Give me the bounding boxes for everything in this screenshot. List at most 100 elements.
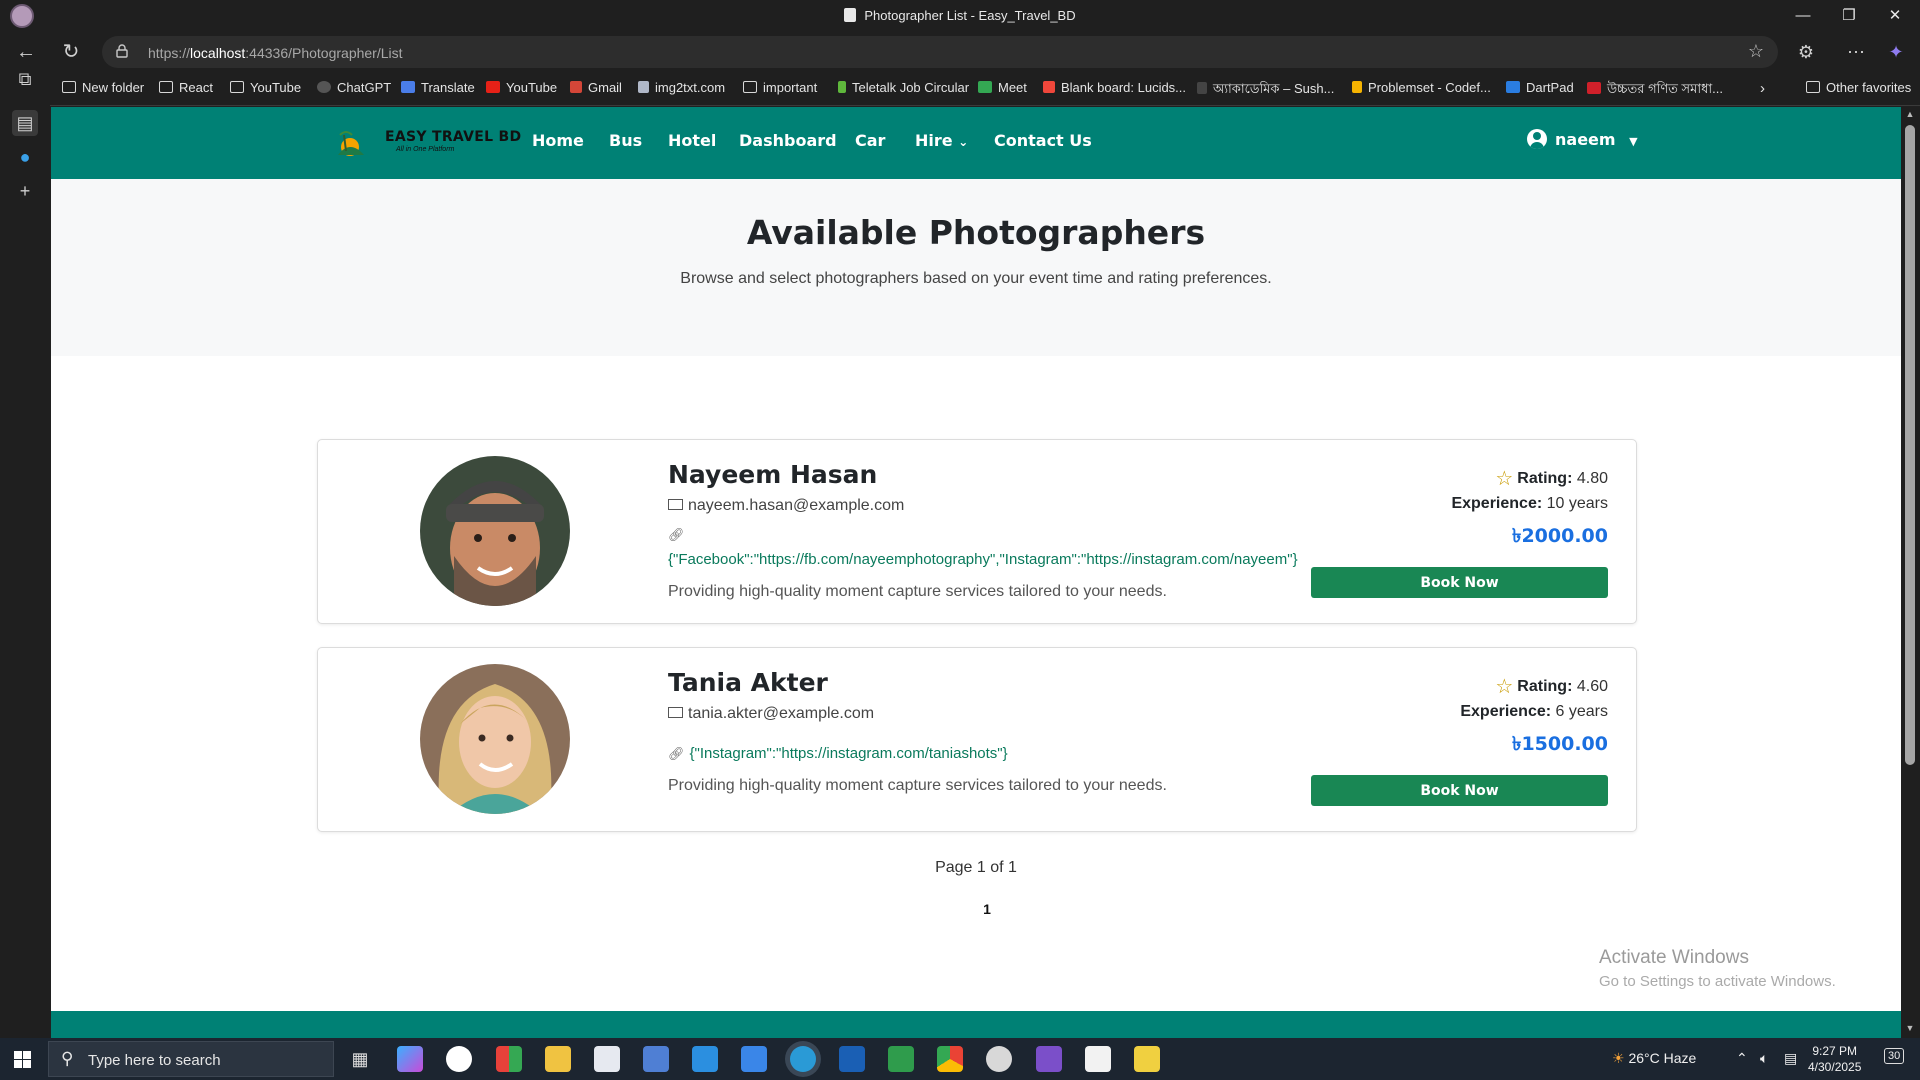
microsoft-store-icon[interactable] <box>594 1046 620 1072</box>
photographer-social-links[interactable]: 🔗︎ {"Instagram":"https://instagram.com/ta… <box>668 745 1008 762</box>
vscode-icon[interactable] <box>692 1046 718 1072</box>
bookmark-label: অ্যাকাডেমিক – Sush... <box>1213 81 1335 96</box>
gmail-icon <box>570 81 582 93</box>
nav-bus[interactable]: Bus <box>609 131 642 150</box>
address-bar[interactable]: https://localhost:44336/Photographer/Lis… <box>102 36 1778 68</box>
refresh-icon[interactable]: ↻ <box>55 38 87 66</box>
file-explorer-icon[interactable] <box>545 1046 571 1072</box>
more-menu-icon[interactable]: ⋯ <box>1840 38 1872 66</box>
photographer-photo <box>420 456 570 606</box>
scrollbar-thumb[interactable] <box>1905 125 1915 765</box>
close-button[interactable]: ✕ <box>1872 0 1918 32</box>
book-now-button[interactable]: Book Now <box>1311 775 1608 806</box>
photographer-card: Nayeem Hasan nayeem.hasan@example.com 🔗︎… <box>317 439 1637 624</box>
system-clock[interactable]: 9:27 PM 4/30/2025 <box>1808 1043 1861 1075</box>
bookmark-dartpad[interactable]: DartPad <box>1506 80 1574 95</box>
photographer-photo <box>420 664 570 814</box>
photographer-name: Nayeem Hasan <box>668 460 878 489</box>
maximize-button[interactable]: ❐ <box>1826 0 1872 32</box>
network-icon[interactable]: ▤ <box>1784 1050 1797 1067</box>
tab-actions-icon[interactable]: ⧉ <box>12 66 38 92</box>
nav-car[interactable]: Car <box>855 131 885 150</box>
bookmark-math[interactable]: উচ্চতর গণিত সমাধা... <box>1587 80 1723 101</box>
bookmark-other-favorites[interactable]: Other favorites <box>1806 80 1911 95</box>
webstorm-icon[interactable] <box>839 1046 865 1072</box>
bookmark-teletalk[interactable]: Teletalk Job Circular <box>838 80 969 95</box>
new-tab-icon[interactable]: + <box>12 178 38 204</box>
extensions-icon[interactable]: ⚙ <box>1790 38 1822 66</box>
bookmark-new-folder[interactable]: New folder <box>62 80 144 95</box>
clock-app-icon[interactable] <box>986 1046 1012 1072</box>
bookmark-translate[interactable]: Translate <box>401 80 475 95</box>
social-text[interactable]: {"Instagram":"https://instagram.com/tani… <box>690 745 1008 762</box>
copilot-app-icon[interactable] <box>397 1046 423 1072</box>
bookmark-label: React <box>179 80 213 95</box>
folder-icon <box>62 81 76 93</box>
nav-contact-us[interactable]: Contact Us <box>994 131 1092 150</box>
bookmark-react[interactable]: React <box>159 80 213 95</box>
sheets-app-icon[interactable] <box>888 1046 914 1072</box>
page-scrollbar[interactable]: ▲ ▼ <box>1901 107 1920 1038</box>
bookmark-codeforces[interactable]: Problemset - Codef... <box>1352 80 1491 95</box>
bookmark-academic[interactable]: অ্যাকাডেমিক – Sush... <box>1197 80 1334 101</box>
book-now-button[interactable]: Book Now <box>1311 567 1608 598</box>
tray-overflow-chevron-icon[interactable]: ⌃ <box>1736 1050 1748 1067</box>
rating-value: 4.60 <box>1576 678 1608 695</box>
bookmark-img2txt[interactable]: img2txt.com <box>638 80 725 95</box>
nav-hotel[interactable]: Hotel <box>668 131 716 150</box>
task-view-icon[interactable]: ▦ <box>347 1046 373 1072</box>
photographer-rating: ☆ Rating: 4.60 <box>1495 674 1608 699</box>
user-menu-dropdown[interactable]: naeem ▼ <box>1527 129 1638 155</box>
windows-start-icon[interactable] <box>14 1051 31 1068</box>
clock-date: 4/30/2025 <box>1808 1060 1862 1074</box>
speaker-icon[interactable]: 🔈︎ <box>1760 1050 1768 1067</box>
scroll-down-icon[interactable]: ▼ <box>1905 1023 1915 1033</box>
bookmark-lucid[interactable]: Blank board: Lucids... <box>1043 80 1186 95</box>
edge-browser-icon[interactable] <box>790 1046 816 1072</box>
user-circle-icon <box>1527 129 1547 149</box>
teletalk-icon <box>838 81 846 93</box>
minimize-button[interactable]: — <box>1780 0 1826 32</box>
weather-icon: ☀ <box>1612 1050 1625 1066</box>
nav-home[interactable]: Home <box>532 131 584 150</box>
edge-tab-icon[interactable]: ● <box>12 144 38 170</box>
favorite-star-icon[interactable]: ☆ <box>1748 41 1764 62</box>
bookmark-meet[interactable]: Meet <box>978 80 1027 95</box>
chrome-icon[interactable] <box>937 1046 963 1072</box>
photographer-social-links[interactable]: {"Facebook":"https://fb.com/nayeemphotog… <box>668 551 1298 568</box>
active-tab-icon[interactable]: ▤ <box>12 110 38 136</box>
app-icon[interactable] <box>643 1046 669 1072</box>
notion-icon[interactable] <box>1085 1046 1111 1072</box>
bookmarks-overflow-chevron-icon[interactable]: › <box>1760 80 1765 97</box>
photographer-card: Tania Akter tania.akter@example.com 🔗︎ {"… <box>317 647 1637 832</box>
visual-studio-icon[interactable] <box>1036 1046 1062 1072</box>
nav-hire-dropdown[interactable]: Hire ⌄ <box>915 131 968 150</box>
back-icon[interactable]: ← <box>10 38 42 66</box>
page-icon <box>844 8 857 22</box>
weather-text: 26°C Haze <box>1628 1050 1697 1066</box>
chatgpt-icon <box>317 81 331 93</box>
rating-label: Rating: <box>1517 470 1573 487</box>
weather-widget[interactable]: ☀ 26°C Haze <box>1612 1050 1696 1067</box>
page-subtitle: Browse and select photographers based on… <box>680 270 1272 287</box>
todo-app-icon[interactable] <box>741 1046 767 1072</box>
bookmark-youtube[interactable]: YouTube <box>486 80 557 95</box>
scroll-up-icon[interactable]: ▲ <box>1905 109 1915 119</box>
page-link-current[interactable]: 1 <box>972 901 1002 917</box>
notification-center-icon[interactable]: 30 <box>1884 1048 1905 1064</box>
mongodb-compass-icon[interactable] <box>446 1046 472 1072</box>
bookmark-label: DartPad <box>1526 80 1574 95</box>
bookmark-chatgpt[interactable]: ChatGPT <box>317 80 391 95</box>
bookmark-important[interactable]: important <box>743 80 817 95</box>
lock-icon[interactable] <box>116 44 128 58</box>
window-title: Photographer List - Easy_Travel_BD <box>0 8 1920 23</box>
bookmark-gmail[interactable]: Gmail <box>570 80 622 95</box>
bookmark-youtube-folder[interactable]: YouTube <box>230 80 301 95</box>
taskbar-search-input[interactable]: ⚲ Type here to search <box>48 1041 334 1077</box>
rating-value: 4.80 <box>1576 470 1608 487</box>
copilot-icon[interactable]: ✦ <box>1880 38 1912 66</box>
sticky-app-icon[interactable] <box>1134 1046 1160 1072</box>
url-text[interactable]: https://localhost:44336/Photographer/Lis… <box>148 45 403 61</box>
store-app-icon[interactable] <box>496 1046 522 1072</box>
nav-dashboard[interactable]: Dashboard <box>739 131 837 150</box>
